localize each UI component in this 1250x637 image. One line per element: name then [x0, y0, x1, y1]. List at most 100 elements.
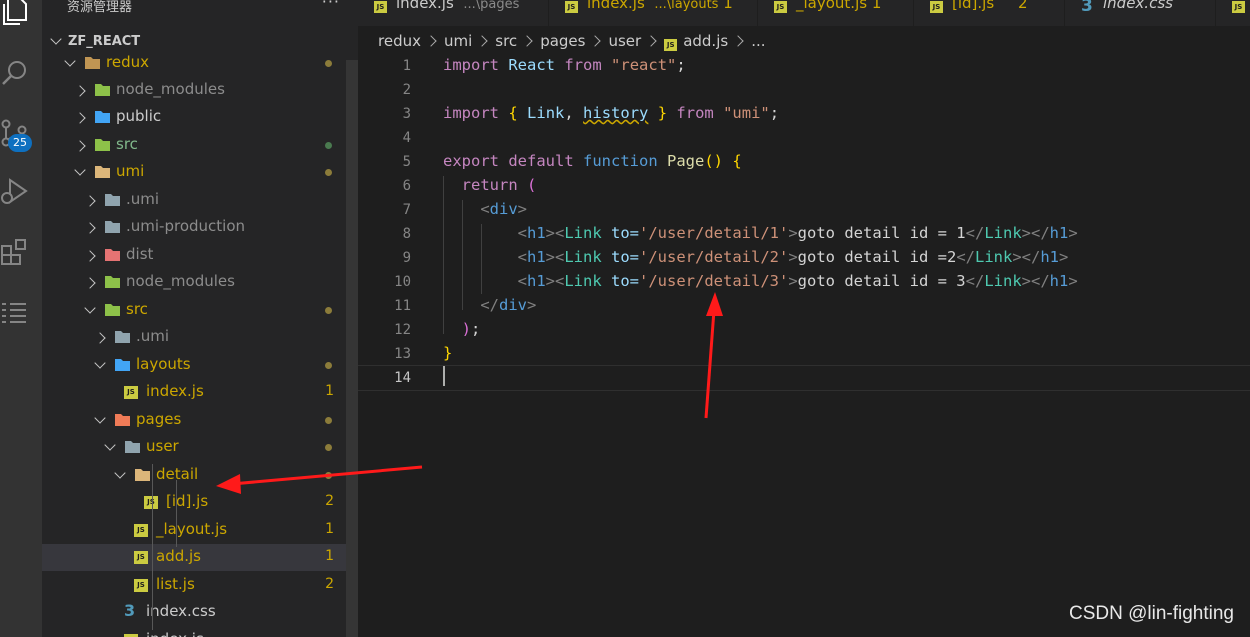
tree-folder[interactable]: umi [42, 159, 346, 186]
tree-folder[interactable]: src [42, 132, 346, 159]
js-file-icon: JS [1232, 1, 1245, 13]
more-actions-icon[interactable]: ··· [322, 0, 340, 11]
modified-dot [325, 60, 332, 67]
tab-index-css[interactable]: 3 index.css [1065, 0, 1215, 20]
chevron-right-icon [94, 332, 106, 344]
tab-problem-count: 1 [723, 0, 733, 12]
run-debug-icon[interactable] [0, 176, 30, 206]
sidebar-scrollbar[interactable] [346, 60, 358, 637]
tab-label: _layout.js [796, 0, 868, 12]
code-line: ); [461, 320, 481, 338]
tree-file[interactable]: JS index.js 1 [42, 379, 346, 406]
tree-item-label: public [116, 107, 162, 125]
tree-item-label: detail [156, 465, 199, 483]
explorer-sidebar: 资源管理器 ··· ZF_REACT redux node_modules publ… [42, 0, 358, 637]
tree-file[interactable]: JS list.js 2 [42, 572, 346, 599]
line-number: 2 [402, 82, 411, 98]
chevron-right-icon [84, 195, 96, 207]
folder-icon [134, 467, 151, 482]
tree-item-label: .umi [136, 327, 170, 345]
code-line: export default function Page() { [443, 152, 742, 170]
tab-layout[interactable]: JS _layout.js 1 [758, 0, 913, 20]
tree-folder[interactable]: redux [42, 50, 346, 77]
search-icon[interactable] [0, 58, 30, 88]
tree-item-label: node_modules [126, 272, 235, 290]
tab-label: index.js [587, 0, 645, 12]
js-file-icon: JS [134, 524, 148, 537]
css-file-icon: 3 [124, 601, 136, 620]
css-file-icon: 3 [1081, 0, 1093, 16]
folder-icon [94, 164, 111, 179]
line-number: 11 [394, 298, 411, 314]
tree-folder[interactable]: layouts [42, 352, 346, 379]
project-header[interactable]: ZF_REACT [42, 32, 358, 52]
folder-icon [104, 274, 121, 289]
tree-folder[interactable]: pages [42, 407, 346, 434]
tab-problem-count: 2 [1018, 0, 1028, 12]
tab-path: ...\layouts [654, 0, 719, 12]
breadcrumb-item[interactable]: pages [540, 32, 585, 50]
modified-dot [325, 142, 332, 149]
tree-file[interactable]: JS [id].js 2 [42, 489, 346, 516]
folder-icon [104, 219, 121, 234]
tree-item-label: node_modules [116, 80, 225, 98]
tree-file[interactable]: JS _layout.js 1 [42, 517, 346, 544]
tree-item-label: index.js [146, 630, 204, 637]
tree-file[interactable]: JSindex.js [42, 627, 346, 637]
tree-item-label: user [146, 437, 179, 455]
tree-folder[interactable]: src [42, 297, 346, 324]
tree-folder[interactable]: .umi-production [42, 214, 346, 241]
tree-file[interactable]: 3 index.css [42, 599, 346, 626]
breadcrumb-item[interactable]: ... [751, 32, 765, 50]
breadcrumb-item[interactable]: add.js [683, 32, 728, 50]
chevron-right-icon [74, 85, 86, 97]
tree-folder[interactable]: public [42, 104, 346, 131]
chevron-down-icon [50, 33, 62, 45]
folder-icon [104, 247, 121, 262]
tree-item-label: [id].js [166, 492, 209, 510]
tab-index-pages[interactable]: JS index.js ...\pages [358, 0, 548, 20]
js-file-icon: JS [774, 1, 787, 13]
tree-folder[interactable]: detail [42, 462, 346, 489]
line-number: 13 [394, 346, 411, 362]
tab-more[interactable]: JS [1216, 0, 1250, 20]
line-number: 4 [402, 130, 411, 146]
breadcrumb-item[interactable]: user [608, 32, 641, 50]
breadcrumb-item[interactable]: src [495, 32, 517, 50]
tab-label: [id].js [952, 0, 995, 12]
tree-folder[interactable]: node_modules [42, 77, 346, 104]
folder-icon [104, 192, 121, 207]
tree-item-label: _layout.js [156, 520, 228, 538]
breadcrumb-item[interactable]: umi [444, 32, 472, 50]
explorer-icon[interactable] [2, 0, 32, 26]
tree-folder[interactable]: node_modules [42, 269, 346, 296]
tree-folder[interactable]: .umi [42, 187, 346, 214]
tree-item-label: .umi-production [126, 217, 246, 235]
problem-count: 1 [325, 548, 334, 564]
tree-file[interactable]: JS add.js 1 [42, 544, 346, 571]
tree-item-label: src [126, 300, 148, 318]
editor-tabs: JS index.js ...\pages JS index.js ...\la… [358, 0, 1250, 26]
folder-icon [84, 55, 101, 70]
tab-id[interactable]: JS [id].js 2 [914, 0, 1064, 20]
tab-problem-count: 1 [871, 0, 882, 12]
line-number: 5 [402, 154, 411, 170]
tree-folder[interactable]: dist [42, 242, 346, 269]
tree-folder[interactable]: user [42, 434, 346, 461]
tab-index-layouts[interactable]: JS index.js ...\layouts 1 [549, 0, 757, 20]
chevron-right-icon [84, 277, 96, 289]
chevron-down-icon [114, 467, 126, 479]
line-number: 10 [394, 274, 411, 290]
line-number: 6 [402, 178, 411, 194]
breadcrumb-item[interactable]: redux [378, 32, 421, 50]
watermark: CSDN @lin-fighting [1068, 603, 1234, 624]
chevron-right-icon [74, 140, 86, 152]
list-view-icon[interactable] [0, 298, 30, 328]
modified-dot [325, 472, 332, 479]
js-file-icon: JS [144, 496, 158, 509]
chevron-down-icon [94, 357, 106, 369]
extensions-icon[interactable] [0, 238, 30, 268]
line-number: 1 [402, 58, 411, 74]
source-control-badge: 25 [8, 134, 32, 152]
tree-folder[interactable]: .umi [42, 324, 346, 351]
